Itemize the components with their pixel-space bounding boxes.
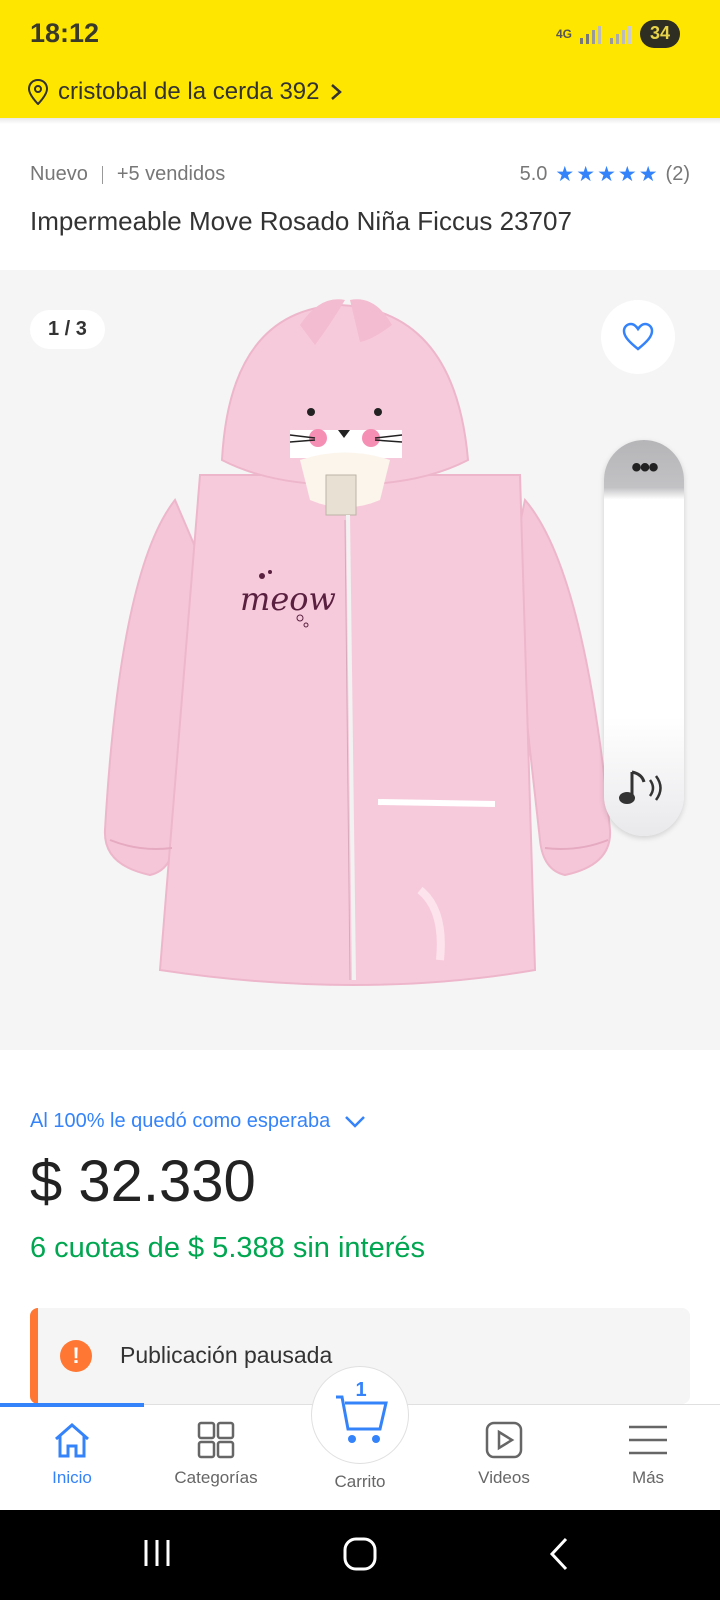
notice-text: Publicación pausada — [120, 1342, 333, 1368]
system-navigation-bar — [0, 1510, 720, 1600]
tab-videos[interactable]: Videos — [432, 1421, 576, 1488]
tab-more[interactable]: Más — [576, 1421, 720, 1488]
rating-count: (2) — [665, 163, 690, 185]
address-text: cristobal de la cerda 392 — [58, 78, 320, 105]
star-icon: ★ — [576, 163, 596, 186]
grid-icon — [197, 1421, 235, 1459]
header-shadow — [0, 118, 720, 124]
heart-icon — [622, 322, 654, 351]
status-bar: 18:12 4G 34 — [0, 0, 720, 66]
floating-side-panel[interactable]: ••• — [604, 440, 684, 836]
reputation-text: Al 100% le quedó como esperaba — [30, 1110, 331, 1132]
back-icon[interactable] — [548, 1536, 570, 1572]
chevron-right-icon — [330, 84, 342, 100]
signal-icon-secondary — [609, 26, 631, 44]
star-icon: ★ — [597, 163, 616, 186]
rating-value: 5.0 — [519, 163, 548, 185]
tab-home[interactable]: Inicio — [0, 1421, 144, 1488]
home-button-icon[interactable] — [342, 1536, 378, 1572]
favorite-button[interactable] — [601, 300, 675, 374]
tab-categories[interactable]: Categorías — [144, 1421, 288, 1488]
more-options-icon[interactable]: ••• — [604, 453, 684, 483]
tab-more-label: Más — [631, 1468, 665, 1487]
tab-videos-label: Videos — [478, 1468, 530, 1487]
tab-home-label: Inicio — [52, 1468, 92, 1487]
image-counter: 1 / 3 — [30, 310, 105, 349]
recent-apps-icon[interactable] — [142, 1536, 172, 1570]
star-icon: ★ — [555, 163, 575, 186]
tab-cart-label: Carrito — [334, 1472, 386, 1491]
network-type: 4G — [555, 26, 572, 41]
star-icon: ★ — [617, 163, 637, 186]
play-video-icon — [485, 1421, 523, 1459]
rating-summary[interactable]: 5.0 ★ ★ ★ ★ ★ (2) — [520, 162, 690, 187]
address-bar[interactable]: cristobal de la cerda 392 — [0, 66, 720, 118]
status-time: 18:12 — [30, 18, 100, 48]
tab-cart[interactable]: 1 — [311, 1366, 409, 1464]
reputation-expander[interactable]: Al 100% le quedó como esperaba — [30, 1110, 366, 1133]
location-pin-icon — [28, 79, 48, 105]
status-icons: 4G 34 — [556, 20, 680, 48]
menu-icon — [629, 1425, 667, 1455]
product-condition: Nuevo — [30, 163, 88, 185]
battery-indicator: 34 — [639, 20, 680, 48]
sound-icon[interactable] — [618, 768, 670, 812]
tab-categories-label: Categorías — [174, 1468, 258, 1487]
active-tab-indicator — [0, 1403, 144, 1407]
product-price: $ 32.330 — [30, 1149, 256, 1214]
notice-accent-bar — [30, 1308, 38, 1404]
signal-icon — [579, 26, 601, 44]
chevron-down-icon — [345, 1115, 366, 1128]
sold-count: +5 vendidos — [116, 163, 226, 185]
print-text: meow — [240, 580, 336, 618]
warning-icon: ! — [60, 1340, 92, 1372]
meta-separator — [101, 165, 103, 184]
product-title: Impermeable Move Rosado Niña Ficcus 2370… — [30, 206, 572, 236]
product-meta-row: Nuevo +5 vendidos 5.0 ★ ★ ★ ★ ★ (2) — [30, 162, 690, 187]
home-icon — [55, 1423, 89, 1458]
cart-count: 1 — [355, 1379, 367, 1401]
star-icon: ★ — [638, 163, 658, 186]
installments-text: 6 cuotas de $ 5.388 sin interés — [30, 1232, 425, 1264]
